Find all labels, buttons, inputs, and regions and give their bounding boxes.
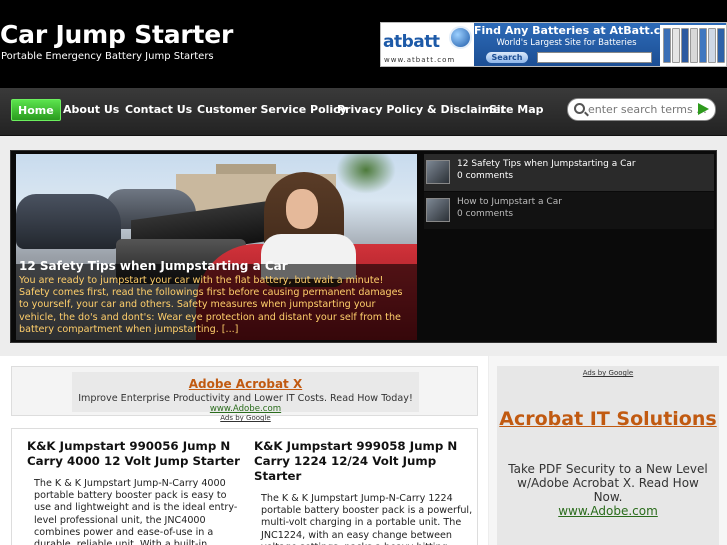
sidebar-ad-url[interactable]: www.Adobe.com [497, 504, 719, 518]
adsense-block[interactable]: Adobe Acrobat X Improve Enterprise Produ… [11, 366, 479, 422]
atbatt-logo[interactable]: atbatt www.atbatt.com [381, 23, 474, 66]
sidebar-ad-description: Take PDF Security to a New Level w/Adobe… [508, 462, 708, 504]
nav-item-customer-service-policy[interactable]: Customer Service Policy [197, 99, 347, 121]
featured-thumbnail[interactable] [426, 160, 450, 184]
post-list: K&K Jumpstart 990056 Jump N Carry 4000 1… [11, 428, 478, 545]
featured-title[interactable]: 12 Safety Tips when Jumpstarting a Car [19, 259, 288, 273]
search-go-arrow-icon[interactable] [698, 103, 709, 115]
atbatt-logo-icon [449, 26, 472, 49]
featured-item-comments[interactable]: 0 comments [457, 171, 513, 181]
post-card: K&K Jumpstart 999058 Jump N Carry 1224 1… [254, 439, 474, 545]
featured-slider: 12 Safety Tips when Jumpstarting a Car Y… [10, 150, 717, 343]
nav-item-privacy-policy[interactable]: Privacy Policy & Disclaimer [337, 99, 506, 121]
banner-ad[interactable]: atbatt www.atbatt.com Find Any Batteries… [380, 22, 727, 67]
featured-excerpt: You are ready to jumpstart your car with… [19, 275, 403, 335]
main-content: Adobe Acrobat X Improve Enterprise Produ… [0, 356, 488, 545]
ad-description: Improve Enterprise Productivity and Lowe… [78, 393, 413, 404]
site-tagline: Portable Emergency Battery Jump Starters [1, 51, 214, 62]
ad-title-link[interactable]: Adobe Acrobat X [12, 377, 479, 391]
ads-by-google-link[interactable]: Ads by Google [12, 414, 479, 422]
batteries-image-icon [660, 25, 726, 66]
sidebar-ad[interactable]: Ads by Google Acrobat IT Solutions Take … [497, 366, 719, 545]
nav-item-contact-us[interactable]: Contact Us [125, 99, 192, 121]
search-icon [574, 103, 585, 114]
ad-url-link[interactable]: www.Adobe.com [12, 404, 479, 414]
banner-right: Find Any Batteries at AtBatt.com World's… [474, 23, 726, 66]
banner-search-input[interactable] [537, 52, 652, 63]
post-title[interactable]: K&K Jumpstart 999058 Jump N Carry 1224 1… [254, 439, 474, 484]
ads-by-google-link[interactable]: Ads by Google [497, 369, 719, 377]
post-card: K&K Jumpstart 990056 Jump N Carry 4000 1… [27, 439, 247, 545]
featured-item-title[interactable]: 12 Safety Tips when Jumpstarting a Car [457, 159, 636, 169]
image-palm [336, 154, 396, 194]
sidebar: Ads by Google Acrobat IT Solutions Take … [489, 356, 727, 545]
post-excerpt: The K & K Jumpstart Jump-N-Carry 4000 po… [34, 478, 238, 545]
featured-list-item[interactable]: How to Jumpstart a Car 0 comments [424, 192, 714, 229]
atbatt-url: www.atbatt.com [384, 56, 456, 64]
atbatt-logo-text: atbatt [383, 32, 440, 52]
post-excerpt: The K & K Jumpstart Jump-N-Carry 1224 po… [261, 493, 473, 545]
featured-item-comments[interactable]: 0 comments [457, 209, 513, 219]
nav-item-home[interactable]: Home [11, 99, 61, 121]
nav-item-site-map[interactable]: Site Map [489, 99, 543, 121]
search-input[interactable]: enter search terms ... [588, 103, 707, 116]
banner-search-button[interactable]: Search [486, 52, 528, 63]
image-car-dark [16, 194, 121, 249]
featured-item-title[interactable]: How to Jumpstart a Car [457, 197, 562, 207]
image-woman-face [286, 189, 318, 229]
nav-item-about-us[interactable]: About Us [63, 99, 119, 121]
site-title[interactable]: Car Jump Starter [0, 20, 233, 49]
featured-list-item[interactable]: 12 Safety Tips when Jumpstarting a Car 0… [424, 154, 714, 191]
main-nav: Home About Us Contact Us Customer Servic… [0, 88, 727, 136]
search-box[interactable]: enter search terms ... [567, 98, 716, 121]
sidebar-ad-title[interactable]: Acrobat IT Solutions [497, 408, 719, 430]
post-title[interactable]: K&K Jumpstart 990056 Jump N Carry 4000 1… [27, 439, 247, 469]
featured-thumbnail[interactable] [426, 198, 450, 222]
site-header: Car Jump Starter Portable Emergency Batt… [0, 0, 727, 88]
banner-subline: World's Largest Site for Batteries [496, 38, 637, 48]
banner-headline[interactable]: Find Any Batteries at AtBatt.com [474, 24, 679, 37]
